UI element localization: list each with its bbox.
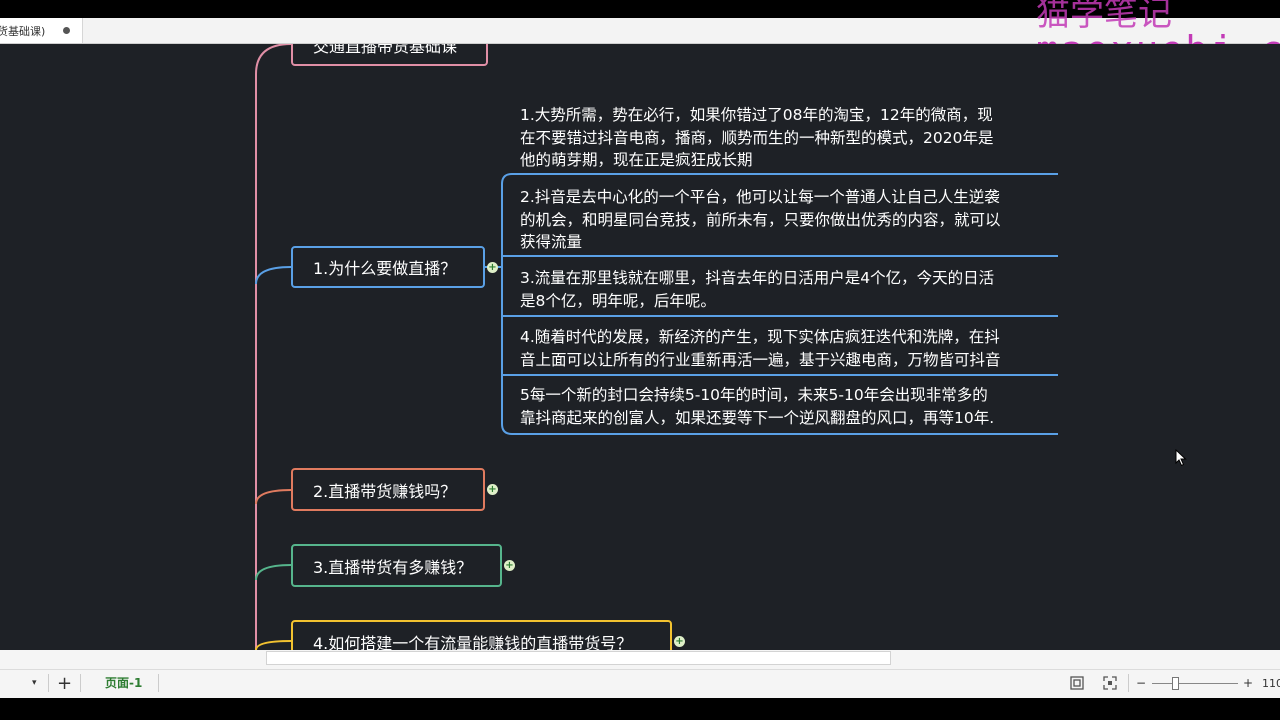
add-page-button[interactable]: +	[57, 670, 72, 697]
branch-node-4-label: 4.如何搭建一个有流量能赚钱的直播带货号？	[313, 633, 633, 651]
document-tab[interactable]: 货基础课)	[0, 18, 83, 43]
fit-page-icon[interactable]	[1070, 676, 1084, 690]
mouse-cursor-icon	[1175, 449, 1187, 467]
horizontal-scrollbar[interactable]	[266, 651, 891, 665]
zoom-in-button[interactable]: +	[1243, 670, 1253, 697]
expand-toggle-icon-4[interactable]: +	[674, 636, 685, 647]
connector-branch-3	[255, 564, 292, 581]
sub-item-5-line: 5每一个新的封口会持续5-10年的时间，未来5-10年会出现非常多的	[520, 386, 988, 404]
unsaved-dot-icon[interactable]	[63, 27, 70, 34]
document-tab-label: 货基础课)	[0, 24, 46, 38]
divider	[80, 674, 81, 692]
collapse-toggle-icon-1[interactable]: +	[487, 262, 498, 273]
sub-item-2[interactable]: 2.抖音是去中心化的一个平台，他可以让每一个普通人让自己人生逆袭 的机会，和明星…	[520, 186, 1060, 254]
sub-item-5[interactable]: 5每一个新的封口会持续5-10年的时间，未来5-10年会出现非常多的 靠抖商起来…	[520, 384, 1060, 429]
branch-node-1[interactable]: 1.为什么要做直播？	[291, 246, 485, 288]
branch-node-3-label: 3.直播带货有多赚钱？	[313, 557, 473, 577]
sub-item-1-line: 1.大势所需，势在必行，如果你错过了08年的淘宝，12年的微商，现	[520, 106, 993, 124]
status-bar: ▾ + 页面-1 − + 110	[0, 669, 1280, 697]
branch-node-4[interactable]: 4.如何搭建一个有流量能赚钱的直播带货号？	[291, 620, 672, 650]
sub-item-2-line: 获得流量	[520, 233, 583, 251]
expand-toggle-icon-3[interactable]: +	[504, 560, 515, 571]
page-tab-1[interactable]: 页面-1	[105, 670, 142, 697]
connector-branch-1	[255, 266, 292, 285]
sub-item-4-line: 4.随着时代的发展，新经济的产生，现下实体店疯狂迭代和洗牌，在抖	[520, 328, 1000, 346]
connector-top	[255, 44, 292, 650]
fullscreen-icon[interactable]	[1103, 676, 1117, 690]
sub-item-1[interactable]: 1.大势所需，势在必行，如果你错过了08年的淘宝，12年的微商，现 在不要错过抖…	[520, 104, 1060, 172]
divider	[48, 674, 49, 692]
sub-item-2-line: 2.抖音是去中心化的一个平台，他可以让每一个普通人让自己人生逆袭	[520, 188, 1000, 206]
sub-item-1-line: 他的萌芽期，现在正是疯狂成长期	[520, 151, 753, 169]
bottom-panel: ▾ + 页面-1 − + 110	[0, 650, 1280, 698]
sub-item-3-line: 3.流量在那里钱就在哪里，抖音去年的日活用户是4个亿，今天的日活	[520, 269, 995, 287]
zoom-out-button[interactable]: −	[1136, 670, 1146, 697]
branch-node-2[interactable]: 2.直播带货赚钱吗？	[291, 468, 485, 511]
mindmap-canvas[interactable]: 交通直播带货基础课 1.为什么要做直播？ + 2.直播带货赚钱吗？ + 3.直播…	[0, 44, 1280, 650]
top-node-label: 交通直播带货基础课	[313, 44, 458, 56]
zoom-slider-track[interactable]	[1152, 683, 1238, 684]
branch-node-3[interactable]: 3.直播带货有多赚钱？	[291, 544, 502, 587]
zoom-level[interactable]: 110	[1262, 670, 1280, 697]
expand-toggle-icon-2[interactable]: +	[487, 484, 498, 495]
connector-branch-2	[255, 489, 292, 505]
sub-item-3[interactable]: 3.流量在那里钱就在哪里，抖音去年的日活用户是4个亿，今天的日活 是8个亿，明年…	[520, 267, 1060, 312]
top-node[interactable]: 交通直播带货基础课	[291, 44, 488, 66]
sub-item-1-line: 在不要错过抖音电商，播商，顺势而生的一种新型的模式，2020年是	[520, 128, 994, 147]
sub-item-2-line: 的机会，和明星同台竞技，前所未有，只要你做出优秀的内容，就可以	[520, 210, 1001, 229]
connector-branch-4	[255, 640, 292, 650]
sub-item-4-line: 音上面可以让所有的行业重新再活一遍，基于兴趣电商，万物皆可抖音	[520, 350, 1001, 369]
bottom-black-band	[0, 698, 1280, 720]
sub-item-4[interactable]: 4.随着时代的发展，新经济的产生，现下实体店疯狂迭代和洗牌，在抖 音上面可以让所…	[520, 326, 1060, 371]
branch-node-2-label: 2.直播带货赚钱吗？	[313, 481, 457, 501]
sub-item-5-line: 靠抖商起来的创富人，如果还要等下一个逆风翻盘的风口，再等10年.	[520, 408, 995, 427]
zoom-slider-handle[interactable]	[1172, 677, 1179, 690]
divider	[1128, 674, 1129, 692]
branch-node-1-label: 1.为什么要做直播？	[313, 259, 457, 278]
page-menu-dropdown-icon[interactable]: ▾	[32, 670, 37, 697]
divider	[158, 674, 159, 692]
sub-item-3-line: 是8个亿，明年呢，后年呢。	[520, 291, 716, 310]
